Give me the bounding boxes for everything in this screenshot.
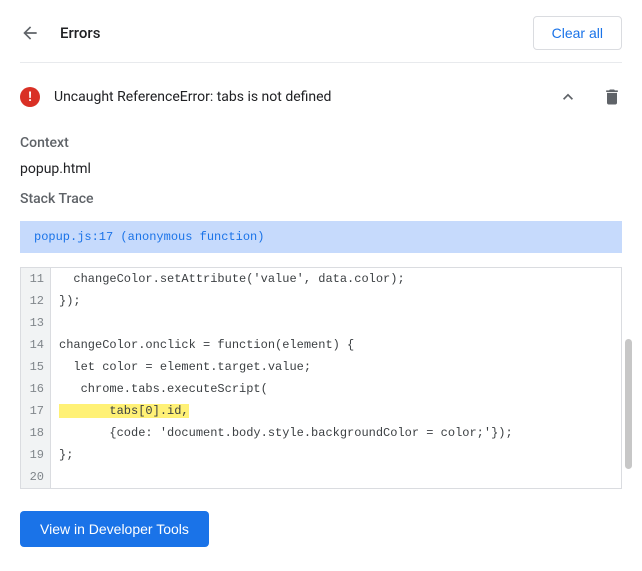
line-number: 13 xyxy=(21,312,51,334)
page-title: Errors xyxy=(60,24,100,42)
trash-icon[interactable] xyxy=(602,87,622,107)
page-header: Errors Clear all xyxy=(20,16,622,62)
code-text: tabs[0].id, xyxy=(51,400,621,422)
error-left: ! Uncaught ReferenceError: tabs is not d… xyxy=(20,87,331,107)
code-line: 17 tabs[0].id, xyxy=(21,400,621,422)
code-line: 16 chrome.tabs.executeScript( xyxy=(21,378,621,400)
divider xyxy=(20,62,622,63)
code-line: 14changeColor.onclick = function(element… xyxy=(21,334,621,356)
line-number: 20 xyxy=(21,466,51,488)
code-text xyxy=(51,466,621,488)
error-header-row: ! Uncaught ReferenceError: tabs is not d… xyxy=(20,83,622,121)
code-text xyxy=(51,312,621,334)
line-number: 12 xyxy=(21,290,51,312)
code-block: 11 changeColor.setAttribute('value', dat… xyxy=(20,267,622,489)
code-text: }; xyxy=(51,444,621,466)
back-arrow-icon[interactable] xyxy=(20,23,40,43)
line-number: 16 xyxy=(21,378,51,400)
line-number: 19 xyxy=(21,444,51,466)
line-number: 17 xyxy=(21,400,51,422)
clear-all-button[interactable]: Clear all xyxy=(533,16,622,50)
code-line: 13 xyxy=(21,312,621,334)
stack-trace-label: Stack Trace xyxy=(20,191,622,207)
code-line: 20 xyxy=(21,466,621,488)
view-devtools-button[interactable]: View in Developer Tools xyxy=(20,511,209,547)
error-message: Uncaught ReferenceError: tabs is not def… xyxy=(54,89,331,105)
code-text: let color = element.target.value; xyxy=(51,356,621,378)
line-number: 18 xyxy=(21,422,51,444)
code-line: 18 {code: 'document.body.style.backgroun… xyxy=(21,422,621,444)
error-icon: ! xyxy=(20,87,40,107)
error-actions xyxy=(558,87,622,107)
code-line: 11 changeColor.setAttribute('value', dat… xyxy=(21,268,621,290)
code-text: changeColor.setAttribute('value', data.c… xyxy=(51,268,621,290)
code-line: 12}); xyxy=(21,290,621,312)
line-number: 11 xyxy=(21,268,51,290)
chevron-up-icon[interactable] xyxy=(558,87,578,107)
header-left: Errors xyxy=(20,23,100,43)
scrollbar-thumb[interactable] xyxy=(625,339,632,469)
code-text: {code: 'document.body.style.backgroundCo… xyxy=(51,422,621,444)
highlighted-code: tabs[0].id, xyxy=(59,404,189,418)
code-text: changeColor.onclick = function(element) … xyxy=(51,334,621,356)
code-text: }); xyxy=(51,290,621,312)
line-number: 14 xyxy=(21,334,51,356)
code-text: chrome.tabs.executeScript( xyxy=(51,378,621,400)
code-line: 15 let color = element.target.value; xyxy=(21,356,621,378)
line-number: 15 xyxy=(21,356,51,378)
context-label: Context xyxy=(20,135,622,151)
stack-frame[interactable]: popup.js:17 (anonymous function) xyxy=(20,221,622,253)
context-value: popup.html xyxy=(20,161,622,177)
code-wrap: 11 changeColor.setAttribute('value', dat… xyxy=(20,267,622,489)
code-line: 19}; xyxy=(21,444,621,466)
